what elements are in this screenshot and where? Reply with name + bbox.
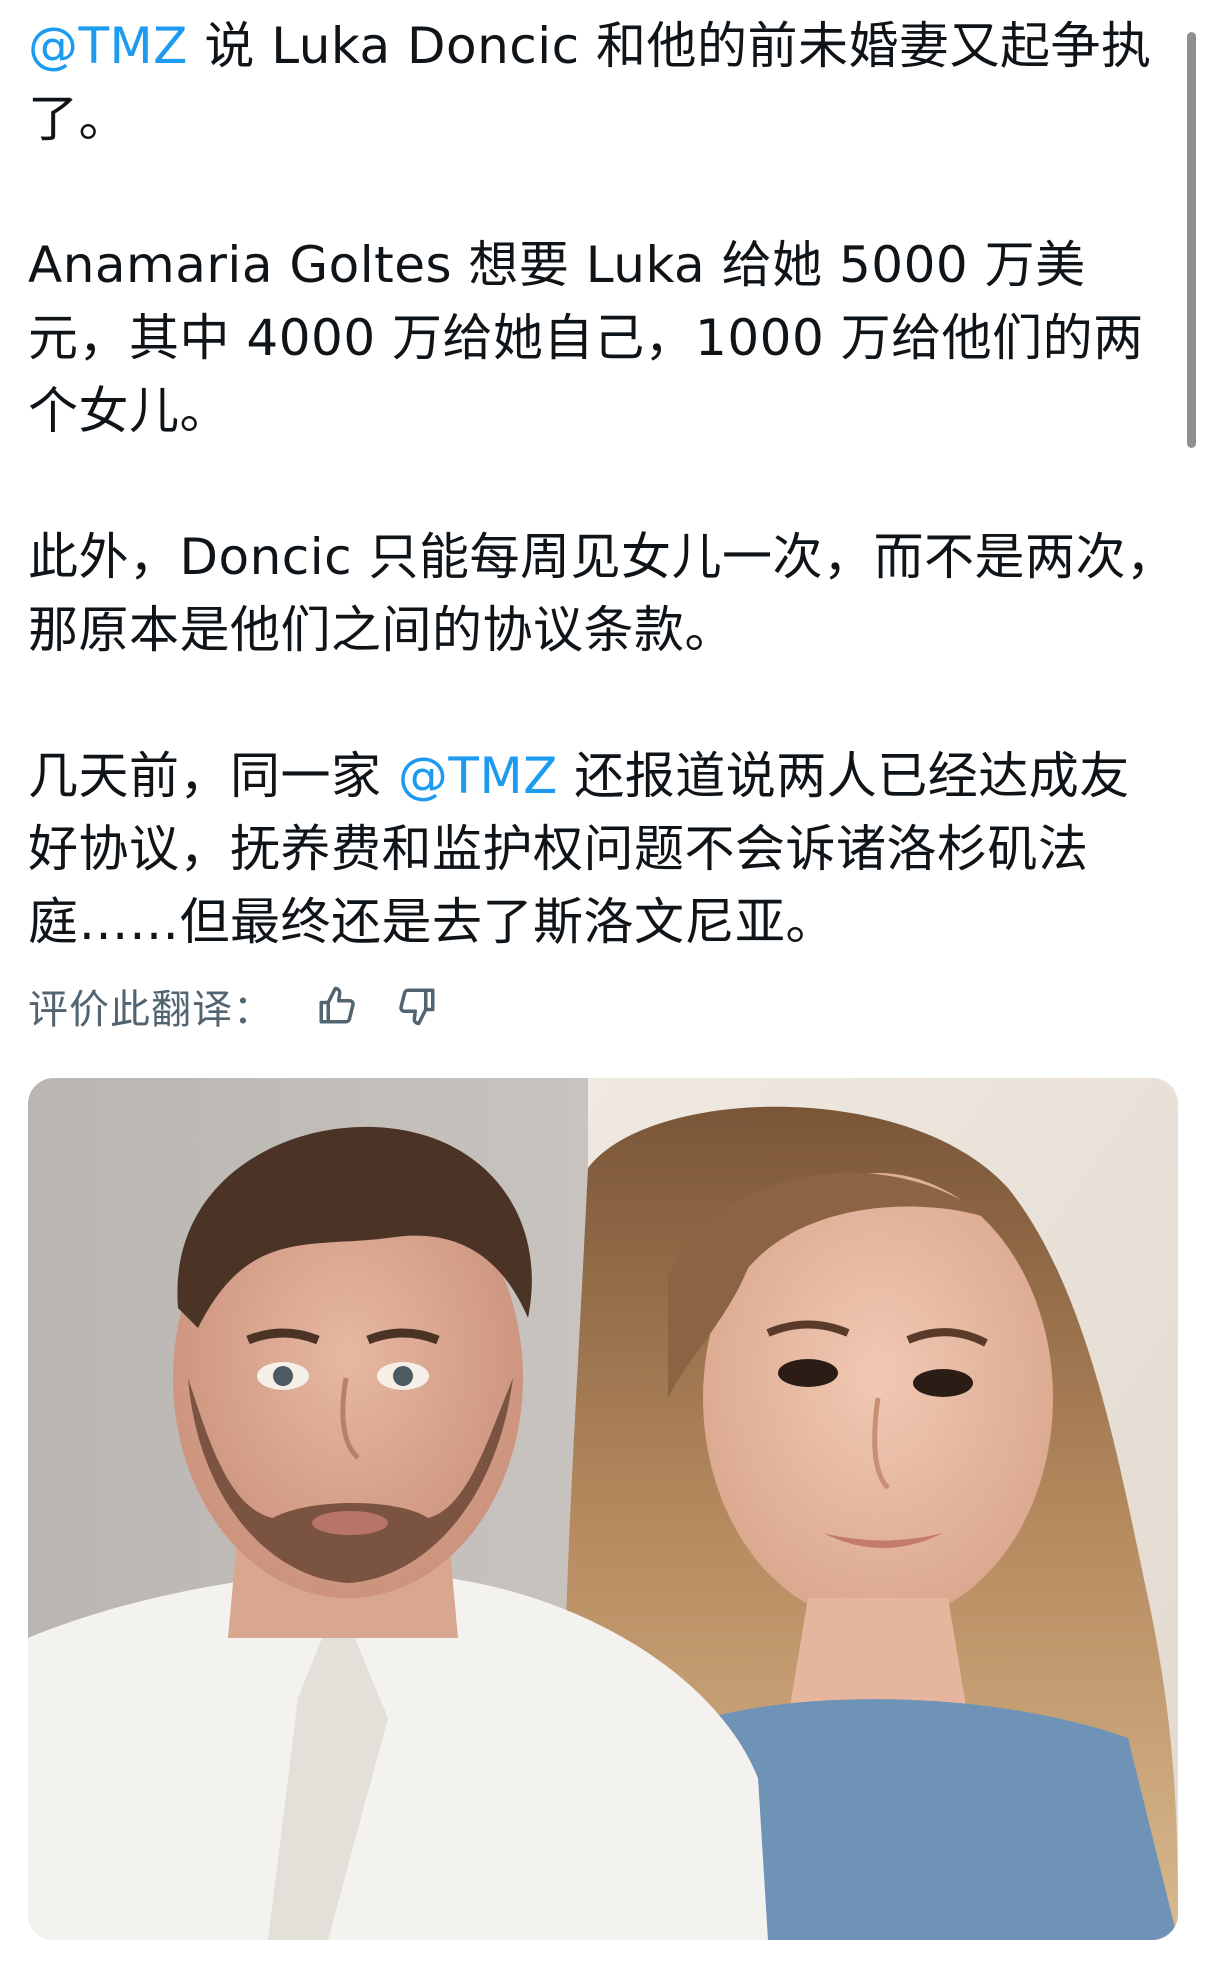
translation-feedback-label: 评价此翻译： (28, 987, 274, 1033)
scrollbar[interactable] (1187, 32, 1196, 448)
tweet-paragraph-1: @TMZ 说 Luka Doncic 和他的前未婚妻又起争执了。 (28, 10, 1178, 156)
tweet-paragraph-4: 几天前，同一家 @TMZ 还报道说两人已经达成友好协议，抚养费和监护权问题不会诉… (28, 740, 1178, 959)
thumbs-down-button[interactable] (392, 981, 442, 1031)
translation-feedback: 评价此翻译： (28, 978, 472, 1034)
tweet-text: @TMZ 说 Luka Doncic 和他的前未婚妻又起争执了。 Anamari… (28, 10, 1178, 959)
mention-link[interactable]: @TMZ (398, 747, 558, 805)
thumbs-down-icon (399, 988, 435, 1026)
thumbs-up-button[interactable] (312, 981, 362, 1031)
paragraph-text: 说 Luka Doncic 和他的前未婚妻又起争执了。 (28, 17, 1152, 148)
tweet-paragraph-2: Anamaria Goltes 想要 Luka 给她 5000 万美元，其中 4… (28, 236, 1144, 440)
mention-link[interactable]: @TMZ (28, 17, 188, 75)
tweet-media-photo[interactable] (28, 1078, 1178, 1940)
tweet-paragraph-3: 此外，Doncic 只能每周见女儿一次，而不是两次，那原本是他们之间的协议条款。 (28, 528, 1177, 659)
thumbs-up-icon (319, 986, 355, 1024)
paragraph-text: 几天前，同一家 (28, 747, 398, 805)
photo (28, 1078, 1178, 1940)
